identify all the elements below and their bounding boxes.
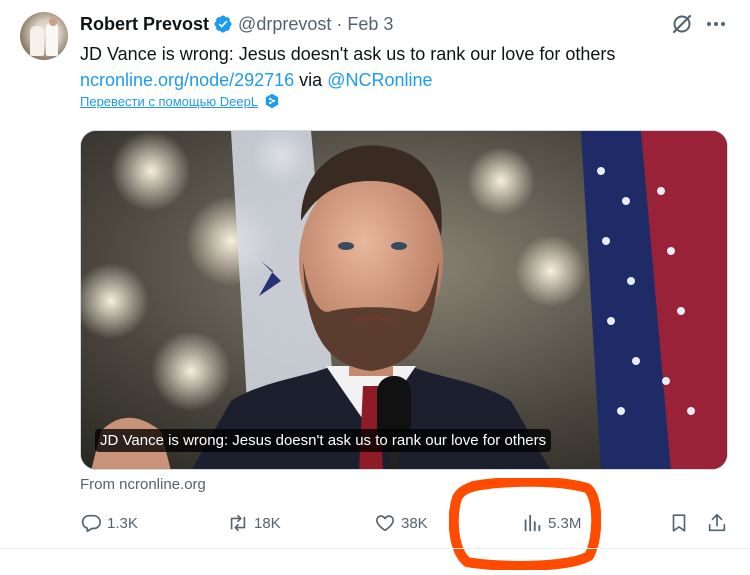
like-count: 38K [401, 514, 428, 532]
tweet-header: Robert Prevost @drprevost · Feb 3 [80, 13, 393, 35]
author-name[interactable]: Robert Prevost [80, 14, 209, 35]
highlight-annotation [449, 478, 601, 570]
separator: · [336, 13, 343, 34]
card-caption: JD Vance is wrong: Jesus doesn't ask us … [95, 429, 552, 452]
tweet-via: via [294, 70, 328, 90]
article-photo [81, 131, 727, 469]
tweet-link[interactable]: ncronline.org/node/292716 [80, 70, 294, 90]
like-icon [376, 515, 394, 532]
bookmark-icon [672, 514, 686, 532]
share-button[interactable] [706, 510, 733, 536]
translate-link[interactable]: Перевести с помощью DeepL [80, 93, 280, 109]
tweet-date[interactable]: Feb 3 [347, 14, 393, 35]
more-icon[interactable] [704, 12, 728, 36]
tweet-mention[interactable]: @NCRonline [327, 70, 432, 90]
reply-icon [81, 514, 101, 533]
card-source[interactable]: From ncronline.org [80, 476, 206, 493]
translate-label: Перевести с помощью DeepL [80, 93, 259, 109]
deepl-icon [264, 93, 280, 109]
like-button[interactable]: 38K [374, 510, 428, 536]
tweet-body: JD Vance is wrong: Jesus doesn't ask us … [80, 44, 616, 64]
repost-icon [230, 514, 246, 532]
action-bar: 1.3K 18K 38K 5.3M [80, 510, 730, 536]
avatar-figure [46, 22, 58, 56]
reply-button[interactable]: 1.3K [80, 510, 138, 536]
repost-button[interactable]: 18K [227, 510, 281, 536]
reply-count: 1.3K [107, 514, 138, 532]
author-handle[interactable]: @drprevost [238, 14, 331, 35]
bookmark-button[interactable] [668, 510, 695, 536]
divider [0, 548, 750, 549]
tweet-text: JD Vance is wrong: Jesus doesn't ask us … [80, 41, 730, 93]
share-icon [708, 513, 726, 532]
link-card[interactable]: JD Vance is wrong: Jesus doesn't ask us … [80, 130, 728, 470]
avatar[interactable] [20, 12, 68, 60]
grok-icon[interactable] [670, 12, 694, 36]
avatar-head [49, 18, 57, 26]
repost-count: 18K [254, 514, 281, 532]
verified-badge-icon[interactable] [213, 14, 233, 34]
avatar-figure [30, 26, 44, 56]
